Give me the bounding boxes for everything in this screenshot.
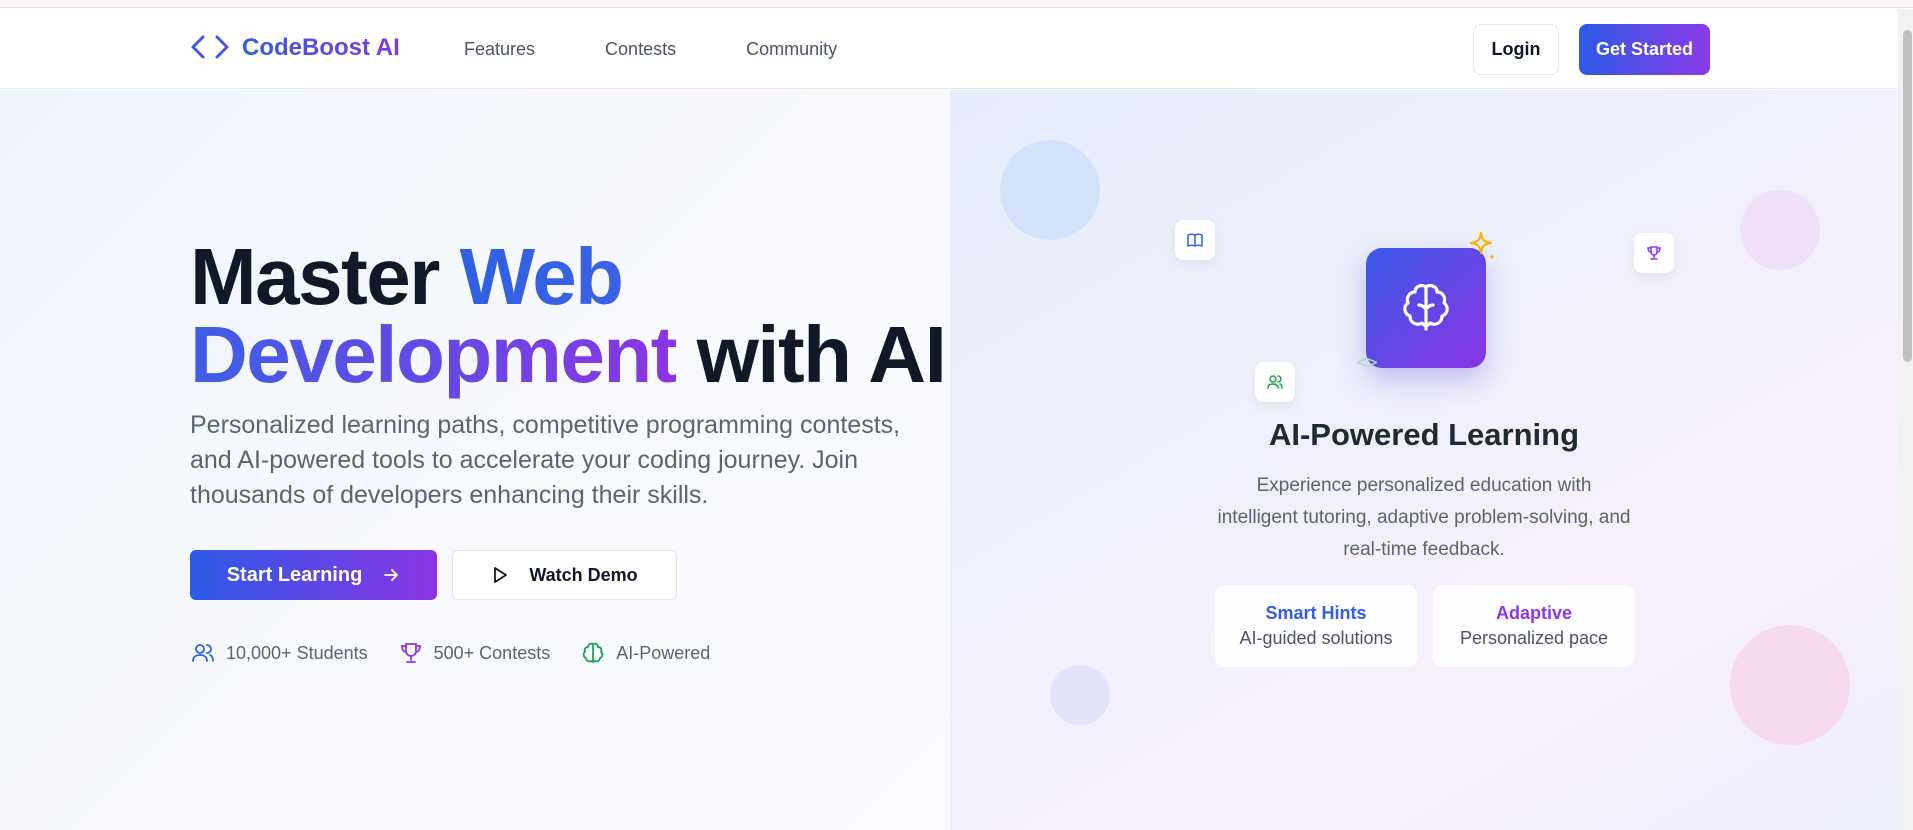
hero-stats: 10,000+ Students 500+ Contests AI-Powere… bbox=[190, 640, 740, 666]
feature-card-description: Experience personalized education with i… bbox=[1217, 475, 1631, 560]
trophy-icon bbox=[1647, 246, 1661, 260]
brand-name: CodeBoost AI bbox=[242, 34, 400, 61]
trophy-badge bbox=[1634, 233, 1674, 273]
navbar: CodeBoost AI Features Contests Community… bbox=[0, 9, 1898, 89]
users-badge bbox=[1255, 362, 1295, 402]
stat-ai-powered: AI-Powered bbox=[580, 640, 710, 666]
stat-ai-label: AI-Powered bbox=[616, 642, 711, 663]
nav-link-features[interactable]: Features bbox=[464, 39, 535, 60]
brand-logo[interactable]: CodeBoost AI bbox=[190, 33, 400, 63]
brain-icon bbox=[582, 642, 604, 663]
decor-circle bbox=[1740, 190, 1820, 270]
watch-demo-button[interactable]: Watch Demo bbox=[452, 550, 677, 600]
start-learning-label: Start Learning bbox=[226, 563, 363, 586]
nav-link-contests[interactable]: Contests bbox=[605, 39, 676, 60]
scrollbar-thumb[interactable] bbox=[1903, 30, 1912, 362]
watch-demo-label: Watch Demo bbox=[529, 564, 638, 585]
stat-students-label: 10,000+ Students bbox=[226, 642, 368, 663]
headline-part-development: Development bbox=[190, 310, 677, 399]
feature-card-title: AI-Powered Learning bbox=[1268, 417, 1580, 452]
stat-contests: 500+ Contests bbox=[398, 640, 551, 666]
decor-circle bbox=[1730, 625, 1850, 745]
login-button[interactable]: Login bbox=[1473, 24, 1559, 75]
book-icon bbox=[1187, 233, 1203, 247]
feature-box-smart-hints: Smart Hints AI-guided solutions bbox=[1215, 585, 1417, 667]
nav-links: Features Contests Community bbox=[464, 39, 907, 60]
decor-circle bbox=[1050, 665, 1110, 725]
headline-part-web: Web bbox=[459, 232, 624, 321]
book-badge bbox=[1175, 220, 1215, 260]
arrow-right-icon bbox=[384, 569, 399, 581]
brain-icon bbox=[1403, 284, 1449, 331]
ai-brain-tile bbox=[1366, 248, 1486, 368]
hero-left-section: Master Web Development with AI Personali… bbox=[0, 90, 950, 830]
start-learning-button[interactable]: Start Learning bbox=[190, 550, 437, 600]
hero-headline: Master Web Development with AI bbox=[190, 237, 947, 395]
decor-circle bbox=[1000, 140, 1100, 240]
trophy-icon bbox=[400, 643, 421, 663]
smart-hints-title: Smart Hints bbox=[1265, 603, 1367, 623]
feature-box-adaptive: Adaptive Personalized pace bbox=[1433, 585, 1635, 667]
users-icon bbox=[1267, 375, 1283, 389]
hero-right-section: <> AI-Powered Learning Experience person… bbox=[950, 90, 1898, 830]
adaptive-subtitle: Personalized pace bbox=[1459, 628, 1609, 648]
hero-subtitle: Personalized learning paths, competitive… bbox=[190, 411, 901, 509]
get-started-button[interactable]: Get Started bbox=[1579, 24, 1710, 75]
headline-part-master: Master bbox=[190, 232, 460, 321]
nav-link-community[interactable]: Community bbox=[746, 39, 837, 60]
users-icon bbox=[192, 644, 214, 662]
code-brackets-icon bbox=[191, 35, 229, 59]
stat-contests-label: 500+ Contests bbox=[433, 642, 551, 663]
sparkle-icon bbox=[1469, 231, 1495, 260]
headline-part-with-ai: with AI bbox=[675, 310, 947, 399]
top-accent-line bbox=[0, 0, 1913, 8]
stat-students: 10,000+ Students bbox=[190, 640, 368, 666]
code-brackets-icon: <> bbox=[1356, 352, 1378, 373]
smart-hints-subtitle: AI-guided solutions bbox=[1239, 628, 1393, 648]
adaptive-title: Adaptive bbox=[1495, 603, 1573, 623]
play-icon bbox=[494, 567, 508, 583]
